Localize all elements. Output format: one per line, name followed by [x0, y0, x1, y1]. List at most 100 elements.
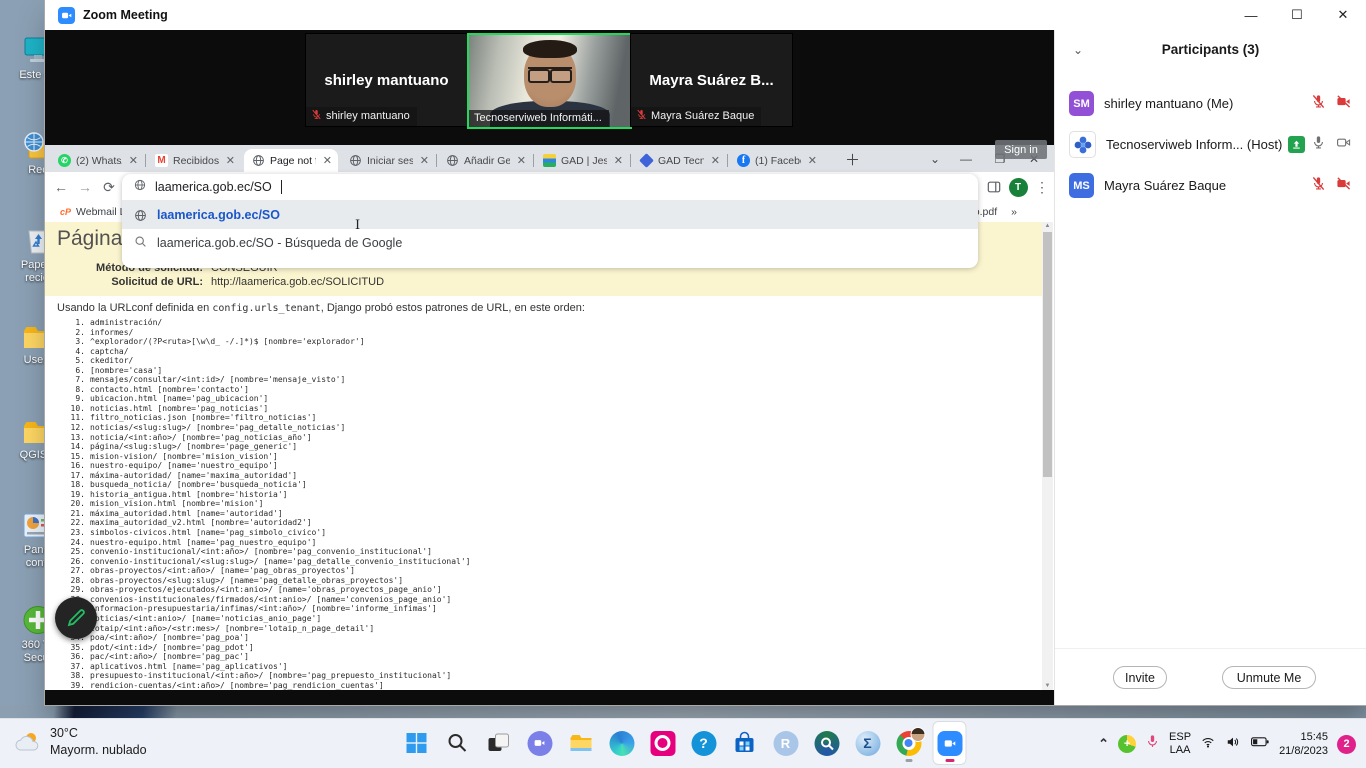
- invite-button[interactable]: Invite: [1113, 666, 1167, 689]
- tab-gad-tecnose[interactable]: GAD Tecnose ✕: [632, 149, 726, 172]
- participant-row[interactable]: Tecnoserviweb Inform... (Host): [1055, 124, 1366, 165]
- tab-a-adir-gestio[interactable]: Añadir Gestio✕: [438, 149, 532, 172]
- forward-icon[interactable]: →: [74, 176, 96, 198]
- tab-iniciar-sesi-n[interactable]: Iniciar sesión ✕: [341, 149, 435, 172]
- weather-temp: 30°C: [50, 726, 78, 740]
- whatsapp-icon: ✆: [58, 154, 71, 167]
- close-button[interactable]: ✕: [1320, 0, 1366, 30]
- url-pattern: 20.mision_vision.html [nombre='mision']: [59, 499, 471, 509]
- suggestion-text: laamerica.gob.ec/SO: [157, 208, 280, 222]
- taskbar-help-icon[interactable]: ?: [688, 722, 720, 764]
- django-error-page: Página n Método de solicitud:CONSEGUIRSo…: [45, 222, 1042, 690]
- tab-close-icon[interactable]: ✕: [806, 154, 819, 167]
- muted-mic-icon: [1311, 176, 1326, 196]
- tab-page-not-fou[interactable]: Page not fou✕: [244, 149, 338, 172]
- zoom-titlebar[interactable]: Zoom Meeting — ☐ ✕: [45, 0, 1366, 30]
- taskbar-pinkapp-icon[interactable]: [647, 722, 679, 764]
- url-pattern: 12.noticias/<slug:slug>/ [nombre='pag_de…: [59, 423, 471, 433]
- unmute-me-button[interactable]: Unmute Me: [1222, 666, 1316, 689]
- scrollbar-thumb[interactable]: [1043, 232, 1052, 477]
- tab-close-icon[interactable]: ✕: [612, 154, 625, 167]
- taskbar-explorer-icon[interactable]: [565, 722, 597, 764]
- taskbar-chat-icon[interactable]: [524, 722, 556, 764]
- taskbar-taskview-icon[interactable]: [483, 722, 515, 764]
- tab-close-icon[interactable]: ✕: [321, 154, 334, 167]
- wifi-icon[interactable]: [1200, 735, 1216, 754]
- language-indicator[interactable]: ESPLAA: [1169, 731, 1191, 757]
- search-icon: [134, 235, 147, 251]
- chrome-menu-icon[interactable]: ⋮: [1031, 176, 1053, 198]
- url-pattern: 29.obras-proyectos/ejecutados/<int:anio>…: [59, 585, 471, 595]
- taskbar-store-icon[interactable]: [729, 722, 761, 764]
- system-tray: ⌃ + ESPLAA 15:4521/8/2023 2: [1098, 719, 1356, 768]
- url-pattern: 28.obras-proyectos/<slug:slug>/ [name='p…: [59, 576, 471, 586]
- reload-icon[interactable]: ⟳: [98, 176, 120, 198]
- 360-security-tray-icon[interactable]: +: [1118, 735, 1136, 753]
- participant-row[interactable]: MSMayra Suárez Baque: [1055, 165, 1366, 206]
- tab-close-icon[interactable]: ✕: [224, 154, 237, 167]
- address-bar[interactable]: laamerica.gob.ec/SO: [122, 174, 978, 200]
- omnibox-suggestion[interactable]: laamerica.gob.ec/SO: [122, 201, 978, 229]
- taskbar-search-icon[interactable]: [442, 722, 474, 764]
- minimize-button[interactable]: —: [1228, 0, 1274, 30]
- taskbar-zoomapp-icon[interactable]: [934, 722, 966, 764]
- taskbar-qgis-icon[interactable]: [811, 722, 843, 764]
- volume-icon[interactable]: [1225, 735, 1241, 754]
- muted-mic-icon: [311, 109, 322, 123]
- participant-row[interactable]: SMshirley mantuano (Me): [1055, 83, 1366, 124]
- gmail-icon: M: [155, 154, 168, 167]
- scroll-down-icon[interactable]: ▼: [1042, 683, 1053, 689]
- taskbar-rapp-icon[interactable]: R: [770, 722, 802, 764]
- omnibox-suggestion[interactable]: laamerica.gob.ec/SO - Búsqueda de Google: [122, 229, 978, 257]
- weather-widget[interactable]: 30°C Mayorm. nublado: [14, 725, 147, 759]
- url-pattern: 5.ckeditor/: [59, 356, 471, 366]
- maximize-button[interactable]: ☐: [1274, 0, 1320, 30]
- zoom-meeting-window: Zoom Meeting — ☐ ✕ shirley mantuanoshirl…: [45, 0, 1366, 705]
- notification-badge[interactable]: 2: [1337, 735, 1356, 754]
- battery-icon[interactable]: [1250, 734, 1270, 754]
- taskbar-smath-icon[interactable]: Σ: [852, 722, 884, 764]
- address-input[interactable]: laamerica.gob.ec/SO: [155, 180, 272, 194]
- tab-close-icon[interactable]: ✕: [127, 154, 140, 167]
- host-logo-avatar: [1069, 131, 1096, 158]
- chrome-minimize-icon[interactable]: —: [951, 145, 981, 172]
- annotation-pencil-button[interactable]: [55, 597, 97, 639]
- url-pattern: 31.informacion-presupuestaria/infimas/<i…: [59, 604, 471, 614]
- meeting-shared-screen-area: shirley mantuanoshirley mantuanoTecnoser…: [45, 30, 1055, 705]
- tab-label: Iniciar sesión: [367, 155, 413, 167]
- tab-label: GAD Tecnose: [658, 155, 704, 167]
- participants-panel: ⌄ Participants (3) SMshirley mantuano (M…: [1054, 30, 1366, 705]
- scrollbar[interactable]: ▲ ▼: [1042, 222, 1053, 690]
- tile-name-label: Mayra Suárez Baque: [631, 107, 761, 126]
- tab-search-chevron-icon[interactable]: ⌄: [920, 145, 950, 172]
- taskbar-chrome-icon[interactable]: [893, 722, 925, 764]
- video-tile-2[interactable]: Mayra Suárez B...Mayra Suárez Baque: [630, 33, 793, 127]
- cpanel-icon: cP: [60, 207, 71, 217]
- tray-chevron-icon[interactable]: ⌃: [1098, 736, 1109, 752]
- scroll-up-icon[interactable]: ▲: [1042, 223, 1053, 229]
- muted-mic-icon: [1311, 94, 1326, 114]
- text-caret: [281, 180, 282, 194]
- video-tile-0[interactable]: shirley mantuanoshirley mantuano: [305, 33, 468, 127]
- video-on-icon: [1335, 135, 1352, 155]
- tab--1-facebook[interactable]: f(1) Facebook✕: [729, 149, 823, 172]
- microphone-tray-icon[interactable]: [1145, 734, 1160, 754]
- url-pattern: 35.pdot/<int:id>/ [nombre='pag_pdot']: [59, 643, 471, 653]
- tab--2-whatsapp[interactable]: ✆(2) WhatsApp✕: [50, 149, 144, 172]
- tab-close-icon[interactable]: ✕: [418, 154, 431, 167]
- video-tile-1[interactable]: Tecnoserviweb Informáti...: [467, 33, 632, 129]
- bookmarks-overflow-icon[interactable]: »: [1011, 206, 1017, 218]
- side-panel-icon[interactable]: [983, 176, 1005, 198]
- taskbar-edge-icon[interactable]: [606, 722, 638, 764]
- sign-in-overlay[interactable]: Sign in: [995, 140, 1047, 159]
- profile-avatar[interactable]: T: [1007, 176, 1029, 198]
- tab-recibidos-9[interactable]: MRecibidos (9✕: [147, 149, 241, 172]
- clock[interactable]: 15:4521/8/2023: [1279, 730, 1328, 758]
- tab-close-icon[interactable]: ✕: [515, 154, 528, 167]
- taskbar-start-icon[interactable]: [401, 722, 433, 764]
- new-tab-button[interactable]: ＋: [845, 149, 860, 170]
- screen: Este eqRecPapelereciclUser lQGIS 3Panelc…: [0, 0, 1366, 768]
- tab-close-icon[interactable]: ✕: [709, 154, 722, 167]
- back-icon[interactable]: ←: [50, 176, 72, 198]
- tab-gad-jes-s-i[interactable]: GAD | Jesús I✕: [535, 149, 629, 172]
